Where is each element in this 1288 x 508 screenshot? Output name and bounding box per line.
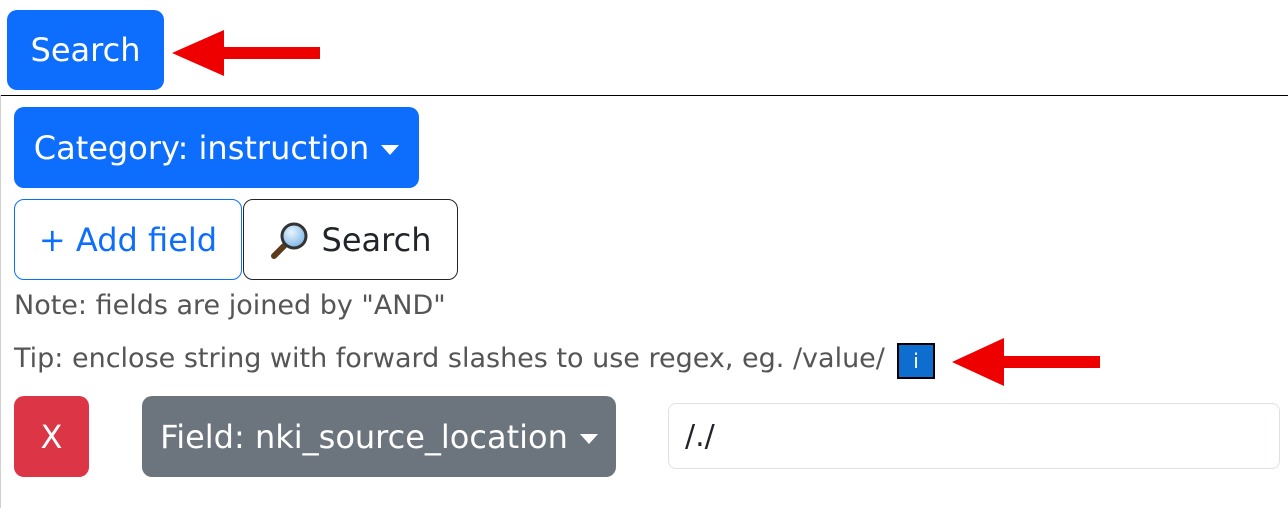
- field-value-input[interactable]: [668, 403, 1280, 469]
- top-search-label: Search: [30, 31, 141, 69]
- add-field-button[interactable]: + Add field: [14, 199, 242, 280]
- tip-text: Tip: enclose string with forward slashes…: [14, 343, 885, 374]
- category-label: Category: instruction: [33, 128, 370, 167]
- info-icon-label: i: [913, 349, 919, 373]
- search-button[interactable]: Search: [243, 199, 458, 280]
- remove-field-label: X: [40, 417, 63, 456]
- red-arrow-icon: [172, 30, 320, 76]
- category-dropdown-button[interactable]: Category: instruction: [14, 107, 419, 188]
- field-dropdown-button[interactable]: Field: nki_source_location: [142, 396, 616, 477]
- caret-down-icon: [579, 433, 598, 444]
- top-search-button[interactable]: Search: [7, 10, 164, 90]
- remove-field-button[interactable]: X: [14, 396, 89, 477]
- search-button-label: Search: [321, 220, 432, 259]
- note-text: Note: fields are joined by "AND": [14, 290, 446, 321]
- magnifying-glass-icon: [270, 222, 308, 259]
- red-arrow-icon: [952, 338, 1100, 386]
- info-icon[interactable]: i: [897, 343, 935, 379]
- header-divider: [0, 95, 1288, 96]
- caret-down-icon: [381, 144, 400, 155]
- add-field-label: + Add field: [38, 220, 218, 259]
- left-border: [0, 95, 1, 508]
- page: Search Category: instruction + Add field…: [0, 0, 1288, 508]
- field-label: Field: nki_source_location: [160, 417, 568, 456]
